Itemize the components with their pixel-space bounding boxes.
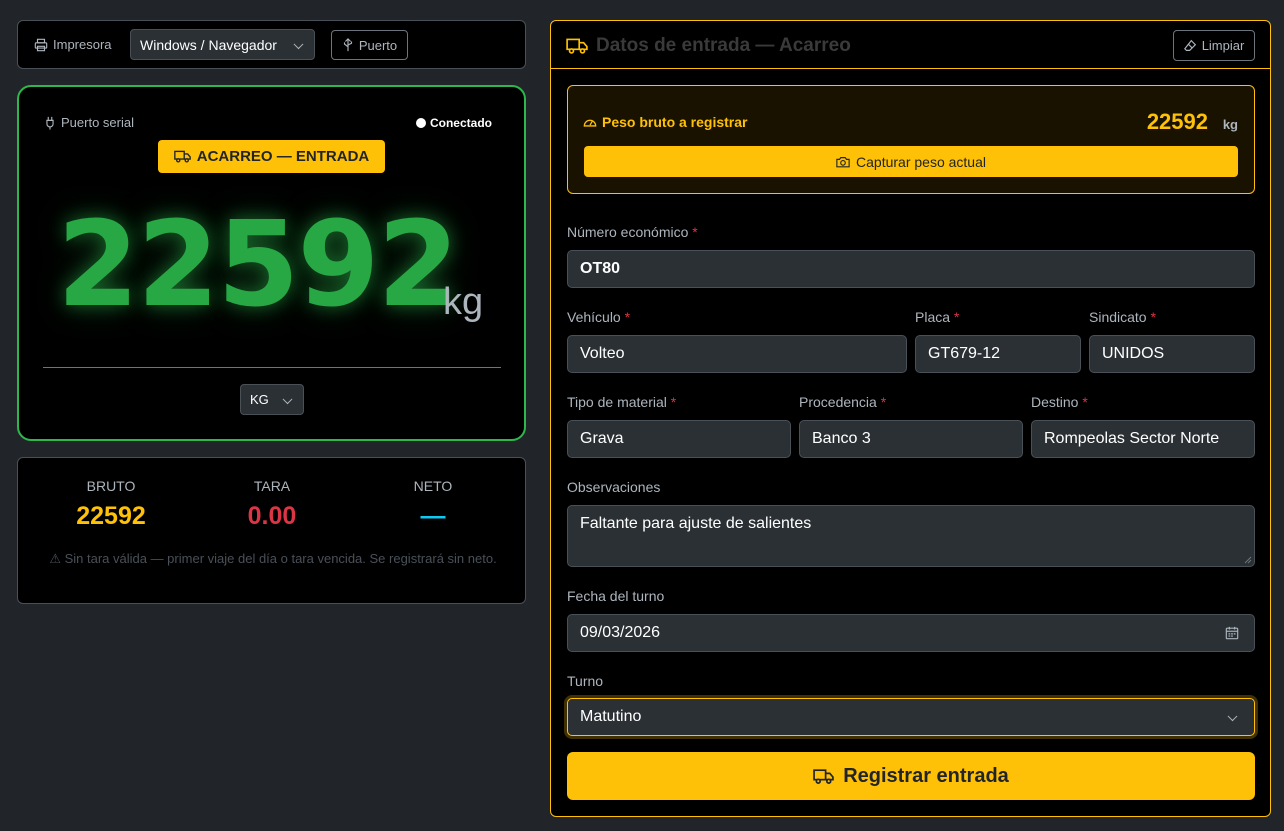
scale-display-card: Puerto serial Conectado ACARREO — ENTRAD… bbox=[17, 85, 526, 441]
resize-handle-icon[interactable] bbox=[1244, 556, 1252, 564]
calendar-icon[interactable] bbox=[1225, 626, 1239, 640]
truck-icon bbox=[566, 38, 588, 54]
totals-card: BRUTO 22592 TARA 0.00 NETO — ⚠ Sin tara … bbox=[17, 457, 526, 604]
printer-icon bbox=[34, 38, 48, 52]
shift-select[interactable]: Matutino bbox=[567, 698, 1255, 736]
mode-badge: ACARREO — ENTRADA bbox=[158, 140, 385, 173]
port-button[interactable]: Puerto bbox=[331, 30, 408, 60]
register-entry-button[interactable]: Registrar entrada bbox=[567, 752, 1255, 800]
union-field[interactable]: UNIDOS bbox=[1089, 335, 1255, 373]
plate-label: Placa * bbox=[915, 309, 960, 325]
bruto-label: BRUTO bbox=[86, 478, 136, 494]
bruto-column: BRUTO 22592 bbox=[31, 478, 191, 531]
truck-icon bbox=[173, 150, 191, 163]
origin-label: Procedencia * bbox=[799, 394, 887, 410]
gross-weight-box: Peso bruto a registrar 22592 kg Capturar… bbox=[567, 85, 1255, 194]
printer-label: Impresora bbox=[34, 37, 112, 52]
speedometer-icon bbox=[583, 116, 597, 128]
neto-label: NETO bbox=[413, 478, 453, 494]
truck-icon bbox=[813, 768, 834, 784]
shift-date-field[interactable]: 09/03/2026 bbox=[567, 614, 1255, 652]
camera-icon bbox=[836, 156, 850, 168]
vehicle-label: Vehículo * bbox=[567, 309, 631, 325]
form-header: Datos de entrada — Acarreo Limpiar bbox=[551, 21, 1270, 69]
weight-unit: kg bbox=[443, 281, 484, 323]
printer-select[interactable]: Windows / Navegador bbox=[130, 29, 315, 60]
shift-label: Turno bbox=[567, 673, 604, 689]
capture-weight-button[interactable]: Capturar peso actual bbox=[584, 146, 1238, 177]
observations-field[interactable]: Faltante para ajuste de salientes bbox=[567, 505, 1255, 567]
tara-warning: ⚠ Sin tara válida — primer viaje del día… bbox=[49, 551, 497, 566]
serial-port-label: Puerto serial bbox=[45, 115, 134, 130]
vehicle-field[interactable]: Volteo bbox=[567, 335, 907, 373]
destination-field[interactable]: Rompeolas Sector Norte bbox=[1031, 420, 1255, 458]
economic-number-field[interactable]: OT80 bbox=[567, 250, 1255, 288]
connection-status: Conectado bbox=[415, 116, 492, 130]
form-title: Datos de entrada — Acarreo bbox=[566, 35, 851, 57]
neto-value: — bbox=[420, 502, 446, 530]
gross-weight-label: Peso bruto a registrar bbox=[583, 114, 748, 130]
union-label: Sindicato * bbox=[1089, 309, 1156, 325]
gross-weight-value: 22592 bbox=[1146, 109, 1208, 134]
clear-button[interactable]: Limpiar bbox=[1173, 30, 1255, 61]
plug-icon bbox=[45, 116, 55, 130]
unit-select[interactable]: KG bbox=[240, 384, 304, 415]
tara-value: 0.00 bbox=[247, 502, 297, 530]
economic-number-label: Número económico * bbox=[567, 224, 698, 240]
destination-label: Destino * bbox=[1031, 394, 1088, 410]
material-type-field[interactable]: Grava bbox=[567, 420, 791, 458]
gross-weight-unit: kg bbox=[1222, 117, 1238, 132]
eraser-icon bbox=[1183, 39, 1197, 52]
printer-bar: Impresora Windows / Navegador Puerto bbox=[17, 20, 526, 69]
material-type-label: Tipo de material * bbox=[567, 394, 677, 410]
weight-display: 22592 bbox=[57, 195, 460, 333]
divider bbox=[43, 367, 501, 368]
plate-field[interactable]: GT679-12 bbox=[915, 335, 1081, 373]
origin-field[interactable]: Banco 3 bbox=[799, 420, 1023, 458]
chevron-down-icon bbox=[293, 38, 304, 49]
tara-label: TARA bbox=[253, 478, 291, 494]
chevron-down-icon bbox=[1227, 711, 1238, 722]
entry-form-card: Datos de entrada — Acarreo Limpiar Peso … bbox=[550, 20, 1271, 817]
status-dot-icon bbox=[415, 118, 426, 128]
usb-icon bbox=[342, 38, 354, 52]
chevron-down-icon bbox=[282, 393, 293, 404]
neto-column: NETO — bbox=[353, 478, 513, 531]
bruto-value: 22592 bbox=[76, 502, 146, 530]
tara-column: TARA 0.00 bbox=[192, 478, 352, 531]
observations-label: Observaciones bbox=[567, 479, 661, 495]
shift-date-label: Fecha del turno bbox=[567, 588, 665, 604]
